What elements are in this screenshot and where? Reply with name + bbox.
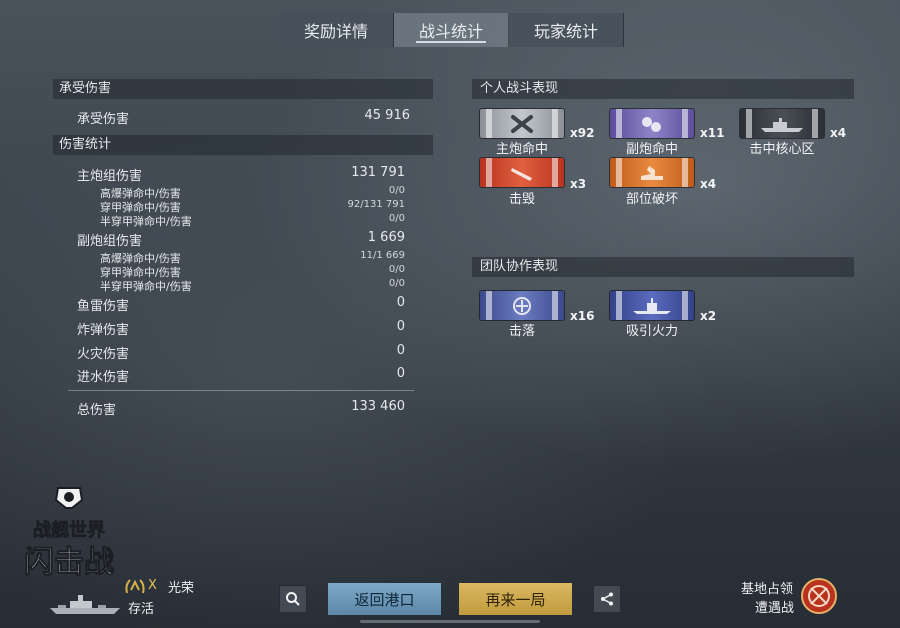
- flood-label: 进水伤害: [77, 370, 130, 385]
- tank-ribbon: [610, 291, 694, 320]
- citadel-hit-label: 击中核心区: [749, 142, 815, 157]
- total-damage-label: 总伤害: [77, 403, 117, 418]
- ship-icon: [50, 595, 120, 614]
- tab-rewards[interactable]: 奖励详情: [279, 13, 394, 47]
- received-damage-label: 承受伤害: [77, 112, 130, 127]
- game-logo-emblem: 战舰世界 闪击战: [24, 487, 115, 580]
- module-damage-label: 部位破坏: [625, 192, 678, 207]
- main-sap-value: 0/0: [388, 213, 405, 224]
- shot-down-count: x16: [570, 309, 595, 323]
- citadel-ship-icon: [761, 117, 803, 132]
- destroyed-count: x3: [570, 177, 587, 191]
- personal-performance-header: 个人战斗表现: [472, 79, 854, 99]
- citadel-hit-ribbon: [740, 109, 824, 138]
- domination-mode-icon: [801, 578, 837, 614]
- main-battery-label: 主炮组伤害: [77, 169, 143, 184]
- total-divider: [68, 390, 414, 391]
- bomb-value: 0: [396, 319, 405, 334]
- main-sap-label: 半穿甲弹命中/伤害: [100, 215, 192, 228]
- share-button[interactable]: [593, 585, 621, 613]
- tank-ship-icon: [633, 297, 671, 314]
- secondary-row: 副炮组伤害 1 669: [77, 230, 405, 249]
- fire-value: 0: [396, 343, 405, 358]
- destroyed-label: 击毁: [508, 192, 535, 207]
- citadel-hit-count: x4: [830, 126, 847, 140]
- share-icon: [601, 592, 613, 606]
- destroyed-ribbon: [480, 158, 564, 187]
- tank-label: 吸引火力: [625, 324, 678, 339]
- search-button[interactable]: [279, 585, 307, 613]
- main-sap-row: 半穿甲弹命中/伤害 0/0: [100, 213, 405, 229]
- torpedo-value: 0: [396, 295, 405, 310]
- torpedo-row: 鱼雷伤害 0: [77, 295, 405, 314]
- game-logo: 战舰世界 闪击战: [22, 484, 116, 584]
- secondary-value: 1 669: [367, 230, 405, 245]
- destroyed-icon: [511, 167, 532, 181]
- fire-row: 火灾伤害 0: [77, 343, 405, 362]
- secondary-hit-ribbon: [610, 109, 694, 138]
- secondary-hit-label: 副炮命中: [625, 142, 678, 157]
- play-again-button[interactable]: 再来一局: [459, 583, 572, 615]
- search-icon: [286, 592, 300, 606]
- mode-type: 基地占领: [741, 582, 794, 597]
- module-damage-icon: [641, 165, 663, 180]
- main-battery-hit-label: 主炮命中: [495, 142, 548, 157]
- received-damage-header: 承受伤害: [53, 79, 433, 99]
- secondary-sap-label: 半穿甲弹命中/伤害: [100, 280, 192, 293]
- player-title: 光荣: [168, 581, 195, 596]
- torpedo-label: 鱼雷伤害: [77, 299, 130, 314]
- secondary-shells-icon: [642, 116, 661, 132]
- main-battery-value: 131 791: [351, 165, 405, 180]
- total-damage-row: 总伤害 133 460: [77, 399, 405, 418]
- module-damage-count: x4: [700, 177, 717, 191]
- logo-line1: 战舰世界: [33, 519, 105, 540]
- module-damage-ribbon: [610, 158, 694, 187]
- ship-thumbnail: [48, 590, 122, 618]
- shot-down-ribbon: [480, 291, 564, 320]
- damage-stats-header: 伤害统计: [53, 135, 433, 155]
- bomb-label: 炸弹伤害: [77, 323, 130, 338]
- flood-row: 进水伤害 0: [77, 366, 405, 385]
- mode-battle: 遭遇战: [755, 601, 795, 616]
- rank-level: X: [148, 578, 157, 593]
- bomb-row: 炸弹伤害 0: [77, 319, 405, 338]
- main-battery-hit-count: x92: [570, 126, 595, 140]
- flood-value: 0: [396, 366, 405, 381]
- received-damage-row: 承受伤害 45 916: [77, 108, 410, 127]
- crossed-shells-icon: [511, 114, 533, 133]
- tank-count: x2: [700, 309, 717, 323]
- secondary-hit-count: x11: [700, 126, 725, 140]
- fire-label: 火灾伤害: [77, 347, 130, 362]
- shot-down-icon: [513, 296, 531, 315]
- laurel-icon: [125, 579, 145, 594]
- total-damage-value: 133 460: [351, 399, 405, 414]
- shot-down-label: 击落: [508, 324, 535, 339]
- secondary-sap-value: 0/0: [388, 278, 405, 289]
- secondary-label: 副炮组伤害: [77, 234, 143, 249]
- return-to-port-button[interactable]: 返回港口: [328, 583, 441, 615]
- bottom-scrollbar: [360, 620, 540, 623]
- tab-bar: 奖励详情 战斗统计 玩家统计: [279, 13, 624, 47]
- received-damage-value: 45 916: [364, 108, 411, 123]
- survival-status: 存活: [128, 602, 155, 617]
- mode-emblem: [800, 577, 838, 615]
- main-battery-row: 主炮组伤害 131 791: [77, 165, 405, 184]
- logo-line2: 闪击战: [24, 546, 114, 579]
- tab-player-stats[interactable]: 玩家统计: [509, 13, 624, 47]
- main-battery-hit-ribbon: [480, 109, 564, 138]
- team-performance-header: 团队协作表现: [472, 257, 854, 277]
- tab-battle-stats[interactable]: 战斗统计: [394, 13, 509, 47]
- secondary-sap-row: 半穿甲弹命中/伤害 0/0: [100, 278, 405, 294]
- rank-badge: [124, 577, 146, 595]
